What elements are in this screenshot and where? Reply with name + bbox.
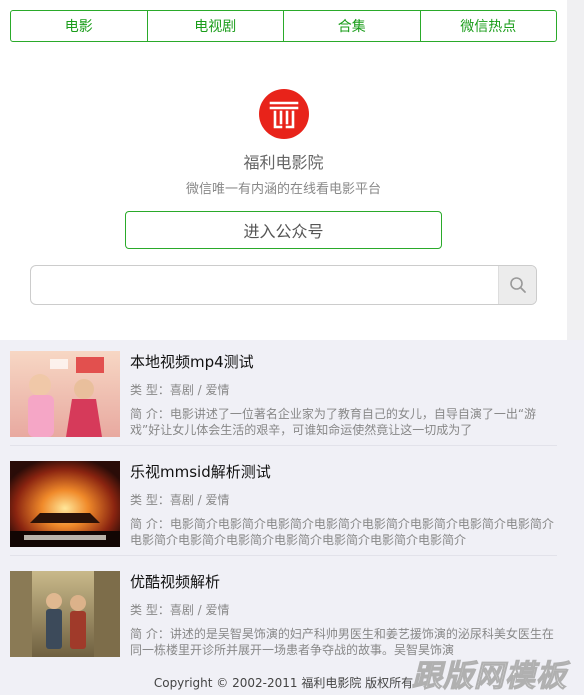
scrollbar-track[interactable]	[567, 0, 584, 340]
tab-wechat-hot[interactable]: 微信热点	[421, 11, 557, 41]
video-title[interactable]: 优酷视频解析	[130, 571, 220, 592]
search-icon	[509, 277, 526, 293]
video-thumbnail[interactable]	[10, 461, 120, 547]
video-title[interactable]: 乐视mmsid解析测试	[130, 461, 271, 482]
video-description: 简 介：电影讲述了一位著名企业家为了教育自己的女儿，自导自演了一出“游戏”好让女…	[130, 407, 537, 437]
video-genre: 类 型：喜剧 / 爱情	[130, 493, 230, 507]
video-item[interactable]: 乐视mmsid解析测试 类 型：喜剧 / 爱情 简 介：电影简介电影简介电影简介…	[10, 461, 567, 557]
search-bar	[30, 265, 537, 305]
search-button[interactable]	[498, 266, 536, 304]
tab-tv-series[interactable]: 电视剧	[148, 11, 284, 41]
video-description: 简 介：电影简介电影简介电影简介电影简介电影简介电影简介电影简介电影简介电影简介…	[130, 517, 554, 547]
brand-logo-icon	[259, 89, 309, 139]
tab-movie[interactable]: 电影	[11, 11, 148, 41]
account-name: 福利电影院	[243, 153, 324, 172]
video-item[interactable]: 本地视频mp4测试 类 型：喜剧 / 爱情 简 介：电影讲述了一位著名企业家为了…	[10, 351, 567, 447]
video-genre: 类 型：喜剧 / 爱情	[130, 383, 230, 397]
tab-collection[interactable]: 合集	[284, 11, 421, 41]
account-tagline: 微信唯一有内涵的在线看电影平台	[185, 182, 381, 197]
category-tabs: 电影 电视剧 合集 微信热点	[10, 10, 557, 42]
search-input[interactable]	[31, 266, 498, 304]
list-divider	[10, 445, 557, 446]
site-watermark: 跟版网模板	[412, 659, 567, 695]
list-divider	[10, 555, 557, 556]
video-genre: 类 型：喜剧 / 爱情	[130, 603, 230, 617]
video-thumbnail[interactable]	[10, 571, 120, 657]
enter-official-account-button[interactable]: 进入公众号	[125, 211, 442, 249]
video-thumbnail[interactable]	[10, 351, 120, 437]
video-title[interactable]: 本地视频mp4测试	[130, 351, 254, 372]
